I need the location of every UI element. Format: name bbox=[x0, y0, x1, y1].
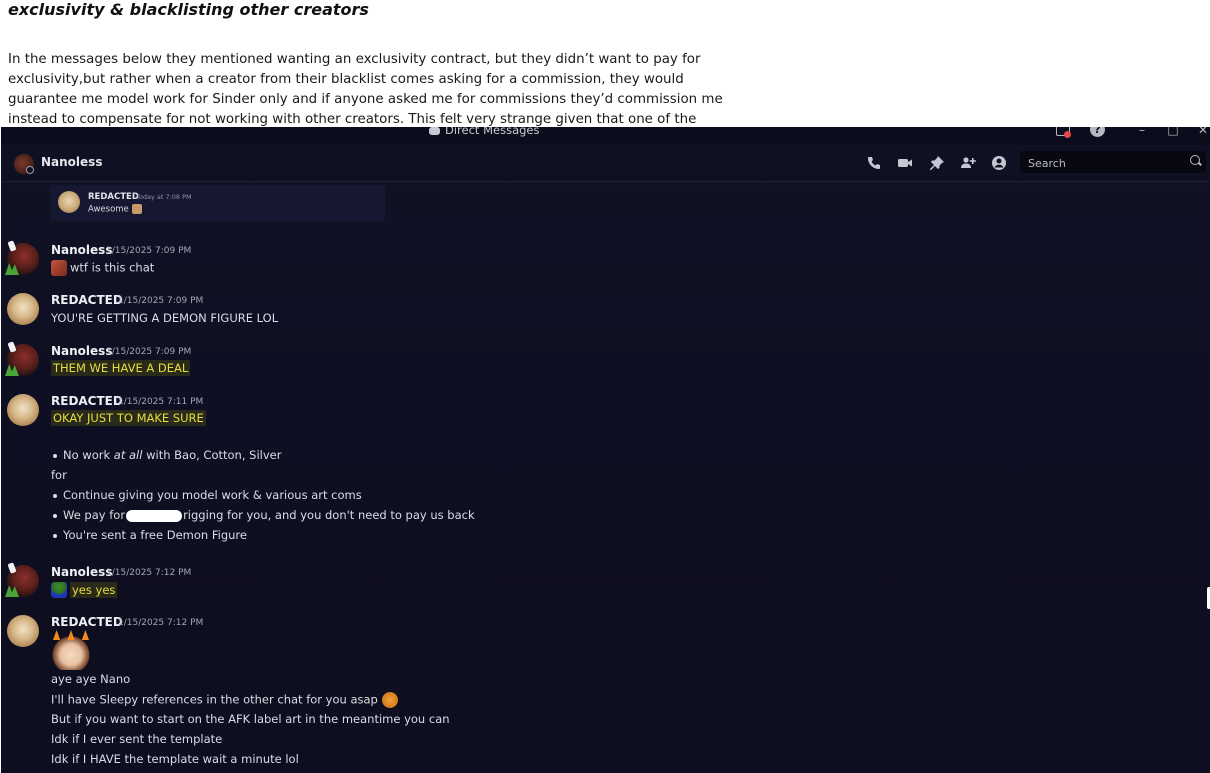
message-content: Idk if I ever sent the template bbox=[51, 732, 223, 746]
message-content: I'll have Sleepy references in the other… bbox=[51, 692, 378, 707]
message-content: But if you want to start on the AFK labe… bbox=[51, 712, 450, 726]
message-timestamp: 1/15/2025 7:11 PM bbox=[118, 397, 204, 407]
message-content: Idk if I HAVE the template wait a minute… bbox=[51, 752, 299, 766]
discord-window: Direct Messages ? – □ ✕ Nanoless Search … bbox=[1, 127, 1210, 773]
message-content: wtf is this chat bbox=[70, 260, 155, 275]
emoji-icon bbox=[131, 204, 142, 214]
message-author[interactable]: REDACTED bbox=[51, 293, 123, 307]
avatar[interactable] bbox=[7, 344, 39, 376]
message-content: for bbox=[51, 468, 67, 482]
sticker-image[interactable] bbox=[51, 632, 91, 670]
message-text: OKAY JUST TO MAKE SURE bbox=[51, 410, 206, 426]
message-list: REDACTED Today at 7:08 PM Awesome Nanole… bbox=[1, 127, 1210, 773]
message-text: wtf is this chat bbox=[51, 260, 154, 276]
document-heading: exclusivity & blacklisting other creator… bbox=[8, 0, 369, 19]
message-text: I'll have Sleepy references in the other… bbox=[51, 692, 401, 708]
reply-author: REDACTED bbox=[88, 192, 139, 202]
list-item: You're sent a free Demon Figure bbox=[53, 528, 247, 542]
paragraph-line: guarantee me model work for Sinder only … bbox=[8, 92, 723, 107]
avatar[interactable] bbox=[7, 615, 39, 647]
avatar[interactable] bbox=[7, 394, 39, 426]
reply-preview[interactable]: REDACTED Today at 7:08 PM Awesome bbox=[50, 185, 385, 221]
message-author[interactable]: Nanoless bbox=[51, 243, 112, 257]
list-item-text: rigging for you, and you don't need to p… bbox=[183, 508, 475, 522]
list-item: Continue giving you model work & various… bbox=[53, 488, 362, 502]
list-item: We pay for rigging for you, and you don't… bbox=[53, 508, 475, 522]
reply-text-content: Awesome bbox=[88, 204, 129, 215]
message-timestamp: 1/15/2025 7:12 PM bbox=[106, 568, 192, 578]
message-author[interactable]: Nanoless bbox=[51, 344, 112, 358]
list-item: No work at all with Bao, Cotton, Silver bbox=[52, 448, 282, 462]
emoji-icon bbox=[381, 692, 398, 708]
avatar[interactable] bbox=[7, 243, 39, 275]
list-item-text: with Bao, Cotton, Silver bbox=[142, 448, 282, 462]
avatar[interactable] bbox=[7, 293, 39, 325]
avatar[interactable] bbox=[7, 565, 39, 597]
paragraph-line: exclusivity,but rather when a creator fr… bbox=[8, 72, 684, 87]
paragraph-line: In the messages below they mentioned wan… bbox=[8, 52, 701, 67]
message-text: THEM WE HAVE A DEAL bbox=[51, 360, 191, 376]
frog-emoji-icon bbox=[51, 582, 67, 598]
highlighted-message-content: OKAY JUST TO MAKE SURE bbox=[51, 410, 206, 426]
reply-timestamp: Today at 7:08 PM bbox=[136, 193, 192, 201]
message-text: yes yes bbox=[51, 581, 118, 598]
list-item-emphasis: at all bbox=[113, 448, 143, 462]
redaction-mark bbox=[126, 509, 183, 522]
list-item-text: No work bbox=[63, 448, 114, 462]
message-author[interactable]: REDACTED bbox=[51, 615, 123, 629]
message-author[interactable]: Nanoless bbox=[51, 565, 112, 579]
message-content: YOU'RE GETTING A DEMON FIGURE LOL bbox=[51, 311, 279, 325]
reply-text: Awesome bbox=[88, 204, 142, 215]
emoji-icon bbox=[51, 260, 67, 276]
message-timestamp: 1/15/2025 7:12 PM bbox=[118, 618, 204, 628]
highlighted-message-content: THEM WE HAVE A DEAL bbox=[51, 360, 191, 376]
message-timestamp: 1/15/2025 7:09 PM bbox=[106, 347, 192, 357]
message-timestamp: 1/15/2025 7:09 PM bbox=[106, 246, 192, 256]
document-paragraph: In the messages below they mentioned wan… bbox=[8, 50, 728, 130]
message-author[interactable]: REDACTED bbox=[51, 394, 123, 408]
message-timestamp: 1/15/2025 7:09 PM bbox=[118, 296, 204, 306]
list-item-text: We pay for bbox=[63, 508, 126, 522]
avatar bbox=[58, 191, 80, 213]
message-content: aye aye Nano bbox=[51, 672, 131, 686]
highlighted-message-content: yes yes bbox=[70, 581, 118, 598]
